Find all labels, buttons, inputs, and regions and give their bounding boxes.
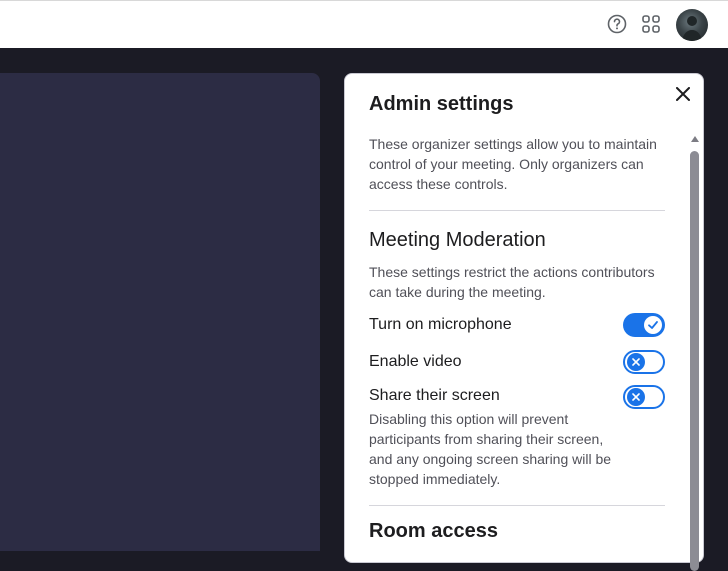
video-stage — [0, 73, 320, 551]
panel-content: These organizer settings allow you to ma… — [369, 134, 665, 543]
video-toggle[interactable] — [623, 350, 665, 374]
option-row-video: Enable video — [369, 348, 665, 376]
apps-grid-icon[interactable] — [640, 13, 662, 35]
option-note: Disabling this option will prevent parti… — [369, 411, 612, 487]
option-label: Turn on microphone — [369, 316, 512, 333]
close-icon — [627, 388, 645, 406]
screen-share-toggle[interactable] — [623, 385, 665, 409]
scroll-up-arrow-icon[interactable] — [691, 136, 699, 142]
option-row-microphone: Turn on microphone — [369, 311, 665, 339]
section-description: These settings restrict the actions cont… — [369, 264, 655, 300]
admin-settings-panel: Admin settings These organizer settings … — [344, 73, 704, 563]
user-avatar[interactable] — [676, 9, 708, 41]
top-bar — [0, 0, 728, 48]
intro-text: These organizer settings allow you to ma… — [369, 136, 657, 192]
close-icon — [627, 353, 645, 371]
close-icon[interactable] — [671, 82, 695, 106]
panel-title: Admin settings — [369, 93, 514, 115]
option-text: Share their screen Disabling this option… — [369, 385, 619, 489]
section-heading: Meeting Moderation — [369, 229, 546, 251]
panel-scrollbar[interactable] — [689, 136, 701, 571]
option-row-screen-share: Share their screen Disabling this option… — [369, 385, 665, 489]
microphone-toggle[interactable] — [623, 313, 665, 337]
room-access-heading: Room access — [369, 520, 498, 542]
scrollbar-thumb[interactable] — [690, 151, 699, 571]
option-label: Enable video — [369, 353, 462, 370]
divider — [369, 210, 665, 211]
option-label: Share their screen — [369, 387, 500, 404]
divider — [369, 505, 665, 506]
help-icon[interactable] — [606, 13, 628, 35]
check-icon — [644, 316, 662, 334]
